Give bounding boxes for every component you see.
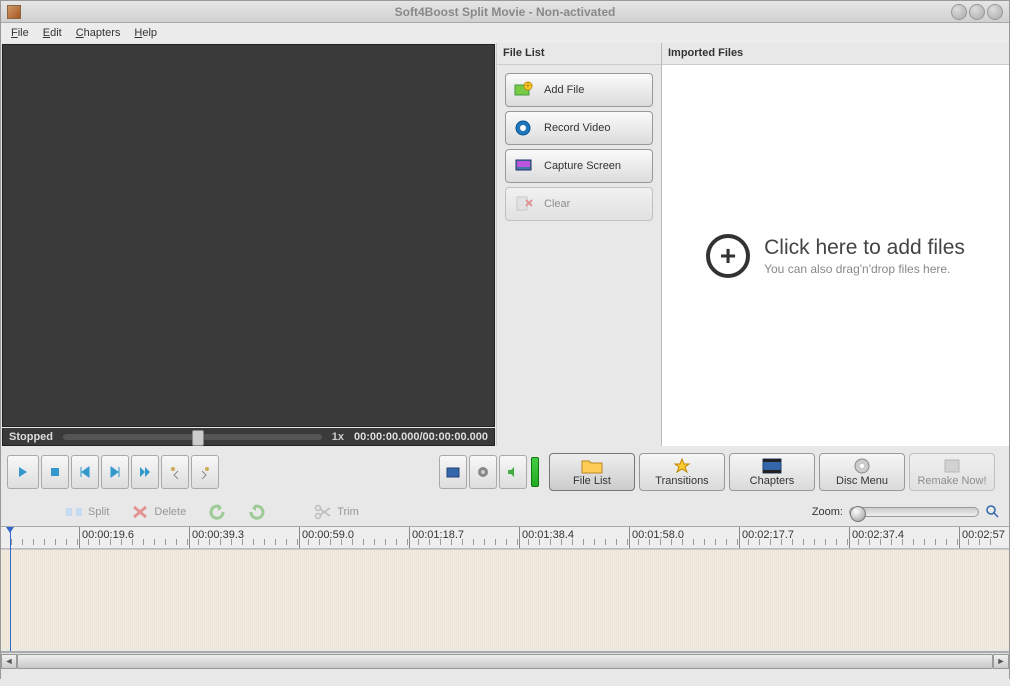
add-file-icon: +	[514, 81, 534, 99]
play-button[interactable]	[7, 455, 39, 489]
maximize-button[interactable]	[969, 4, 985, 20]
delete-button: Delete	[123, 501, 194, 523]
marker-prev-button[interactable]	[161, 455, 189, 489]
menu-chapters[interactable]: Chapters	[70, 25, 127, 41]
edit-toolbar: Split Delete Trim Zoom:	[1, 498, 1009, 526]
snapshot-button[interactable]	[439, 455, 467, 489]
capture-screen-button[interactable]: Capture Screen	[505, 149, 653, 183]
record-video-label: Record Video	[544, 122, 610, 134]
timecode-current: 00:00:00.000	[354, 431, 419, 443]
film-icon	[761, 458, 783, 474]
tab-filelist[interactable]: File List	[549, 453, 635, 491]
video-preview	[2, 44, 495, 427]
delete-icon	[131, 504, 149, 520]
undo-icon	[208, 504, 226, 520]
stop-button[interactable]	[41, 455, 69, 489]
close-button[interactable]	[987, 4, 1003, 20]
next-frame-button[interactable]	[101, 455, 129, 489]
speed-value: 1x	[332, 431, 344, 443]
capture-screen-label: Capture Screen	[544, 160, 621, 172]
redo-icon	[248, 504, 266, 520]
add-file-button[interactable]: + Add File	[505, 73, 653, 107]
tab-transitions[interactable]: Transitions	[639, 453, 725, 491]
timeline-tracks[interactable]	[1, 549, 1009, 649]
app-icon	[7, 5, 21, 19]
volume-button[interactable]	[499, 455, 527, 489]
split-icon	[65, 504, 83, 520]
menu-file[interactable]: File	[5, 25, 35, 41]
clear-label: Clear	[544, 198, 570, 210]
tab-remake: Remake Now!	[909, 453, 995, 491]
record-video-button[interactable]: Record Video	[505, 111, 653, 145]
menu-bar: File Edit Chapters Help	[1, 23, 1009, 43]
menu-edit[interactable]: Edit	[37, 25, 68, 41]
add-files-icon: +	[706, 234, 750, 278]
window-title: Soft4Boost Split Movie - Non-activated	[395, 5, 616, 19]
status-bar	[1, 669, 1009, 686]
minimize-button[interactable]	[951, 4, 967, 20]
zoom-slider[interactable]	[849, 507, 979, 517]
svg-text:+: +	[525, 81, 531, 92]
imported-header: Imported Files	[662, 43, 1009, 65]
zoom-icon	[985, 504, 999, 521]
playhead[interactable]	[10, 527, 11, 651]
marker-next-button[interactable]	[191, 455, 219, 489]
star-icon	[671, 458, 693, 474]
undo-button	[200, 501, 234, 523]
dropzone[interactable]: + Click here to add files You can also d…	[662, 65, 1009, 446]
zoom-label: Zoom:	[812, 506, 843, 518]
add-file-label: Add File	[544, 84, 584, 96]
ruler-tick: 00:02:57	[959, 527, 1005, 548]
speed-slider[interactable]	[63, 434, 322, 440]
redo-button	[240, 501, 274, 523]
next-scene-button[interactable]	[131, 455, 159, 489]
scissors-icon	[314, 504, 332, 520]
playback-status: Stopped	[9, 431, 53, 443]
capture-screen-icon	[514, 157, 534, 175]
scroll-left-button[interactable]: ◄	[1, 654, 17, 669]
tab-chapters[interactable]: Chapters	[729, 453, 815, 491]
menu-help[interactable]: Help	[128, 25, 163, 41]
record-video-icon	[514, 119, 534, 137]
volume-slider[interactable]	[531, 457, 539, 487]
playback-controls: File List Transitions Chapters Disc Menu…	[1, 446, 1009, 498]
remake-icon	[941, 458, 963, 474]
clear-button: Clear	[505, 187, 653, 221]
scroll-right-button[interactable]: ►	[993, 654, 1009, 669]
folder-icon	[581, 458, 603, 474]
filelist-header: File List	[497, 43, 661, 65]
trim-button: Trim	[306, 501, 367, 523]
split-button: Split	[57, 501, 117, 523]
timecode-total: 00:00:00.000	[423, 431, 488, 443]
timeline-ruler[interactable]: 00:00:19.600:00:39.300:00:59.000:01:18.7…	[1, 527, 1009, 549]
clear-icon	[514, 195, 534, 213]
tab-discmenu[interactable]: Disc Menu	[819, 453, 905, 491]
horizontal-scrollbar[interactable]: ◄ ►	[1, 652, 1009, 669]
dropzone-subtitle: You can also drag'n'drop files here.	[764, 262, 965, 276]
timeline[interactable]: 00:00:19.600:00:39.300:00:59.000:01:18.7…	[1, 526, 1009, 652]
preview-status-bar: Stopped 1x 00:00:00.000 / 00:00:00.000	[2, 428, 495, 446]
prev-frame-button[interactable]	[71, 455, 99, 489]
disc-icon	[851, 458, 873, 474]
scroll-thumb[interactable]	[17, 654, 993, 669]
settings-button[interactable]	[469, 455, 497, 489]
title-bar: Soft4Boost Split Movie - Non-activated	[1, 1, 1009, 23]
dropzone-title: Click here to add files	[764, 236, 965, 260]
